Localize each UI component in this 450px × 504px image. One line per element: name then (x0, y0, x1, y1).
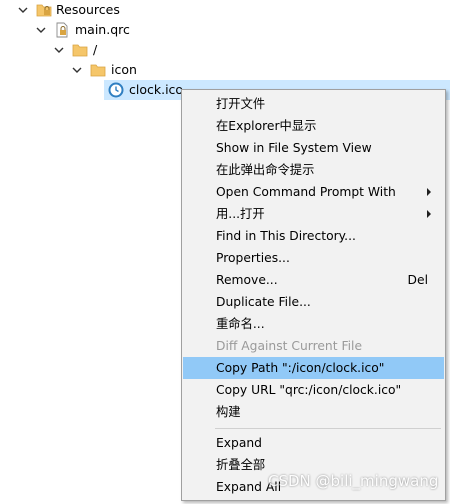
chevron-down-icon[interactable] (72, 65, 82, 75)
tree-item-label: clock.ico (129, 82, 184, 97)
menu-item-label: 重命名... (216, 317, 265, 331)
menu-item-duplicate-file[interactable]: Duplicate File... (183, 291, 444, 313)
menu-item-diff-against-current-file: Diff Against Current File (183, 335, 444, 357)
menu-item-expand[interactable]: Expand (183, 432, 444, 454)
menu-item-label: 折叠全部 (216, 458, 266, 472)
menu-item-label: Remove... (216, 273, 278, 287)
menu-item-show-in-file-system-view[interactable]: Show in File System View (183, 137, 444, 159)
menu-item-label: 打开文件 (216, 97, 266, 111)
menu-item-build[interactable]: 构建 (183, 401, 444, 423)
menu-item-find-in-directory[interactable]: Find in This Directory... (183, 225, 444, 247)
menu-item-label: Find in This Directory... (216, 229, 356, 243)
tree-item-main-qrc[interactable]: main.qrc (0, 20, 450, 40)
tree-item-label: icon (111, 62, 137, 77)
menu-item-open-with[interactable]: 用...打开 (183, 203, 444, 225)
menu-separator (215, 428, 441, 429)
menu-item-copy-path[interactable]: Copy Path ":/icon/clock.ico" (183, 357, 444, 379)
tree-item-icon-folder[interactable]: icon (0, 60, 450, 80)
menu-item-label: 在Explorer中显示 (216, 119, 317, 133)
chevron-down-icon[interactable] (54, 45, 64, 55)
tree-item-label: main.qrc (75, 22, 130, 37)
clock-icon (108, 82, 124, 98)
menu-item-open-command-prompt-here[interactable]: 在此弹出命令提示 (183, 159, 444, 181)
menu-item-label: Show in File System View (216, 141, 372, 155)
resource-folder-lock-icon (36, 2, 52, 18)
menu-item-label: Properties... (216, 251, 290, 265)
menu-item-label: Duplicate File... (216, 295, 311, 309)
folder-icon (90, 62, 106, 78)
menu-item-rename[interactable]: 重命名... (183, 313, 444, 335)
submenu-arrow-icon (427, 210, 431, 218)
menu-item-properties[interactable]: Properties... (183, 247, 444, 269)
submenu-arrow-icon (427, 188, 431, 196)
tree-item-label: / (93, 42, 98, 57)
watermark: CSDN @bili_mingwang (268, 472, 439, 490)
menu-item-label: Open Command Prompt With (216, 185, 396, 199)
tree-item-label: Resources (56, 2, 120, 17)
chevron-down-icon[interactable] (18, 5, 28, 15)
menu-item-label: Copy Path ":/icon/clock.ico" (216, 361, 385, 375)
menu-item-label: 在此弹出命令提示 (216, 163, 315, 177)
menu-item-label: Copy URL "qrc:/icon/clock.ico" (216, 383, 402, 397)
menu-item-label: 构建 (216, 405, 241, 419)
qrc-file-lock-icon (54, 22, 70, 38)
menu-item-label: Expand (216, 436, 262, 450)
menu-item-label: 用...打开 (216, 207, 265, 221)
menu-item-open-file[interactable]: 打开文件 (183, 93, 444, 115)
chevron-down-icon[interactable] (36, 25, 46, 35)
tree-item-root-prefix[interactable]: / (0, 40, 450, 60)
menu-item-copy-url[interactable]: Copy URL "qrc:/icon/clock.ico" (183, 379, 444, 401)
menu-item-open-command-prompt-with[interactable]: Open Command Prompt With (183, 181, 444, 203)
menu-item-show-in-explorer[interactable]: 在Explorer中显示 (183, 115, 444, 137)
tree-item-resources[interactable]: Resources (0, 0, 450, 20)
folder-icon (72, 42, 88, 58)
context-menu: 打开文件 在Explorer中显示 Show in File System Vi… (181, 89, 446, 501)
menu-item-shortcut: Del (407, 273, 428, 287)
menu-item-remove[interactable]: Remove... Del (183, 269, 444, 291)
menu-item-label: Diff Against Current File (216, 339, 363, 353)
